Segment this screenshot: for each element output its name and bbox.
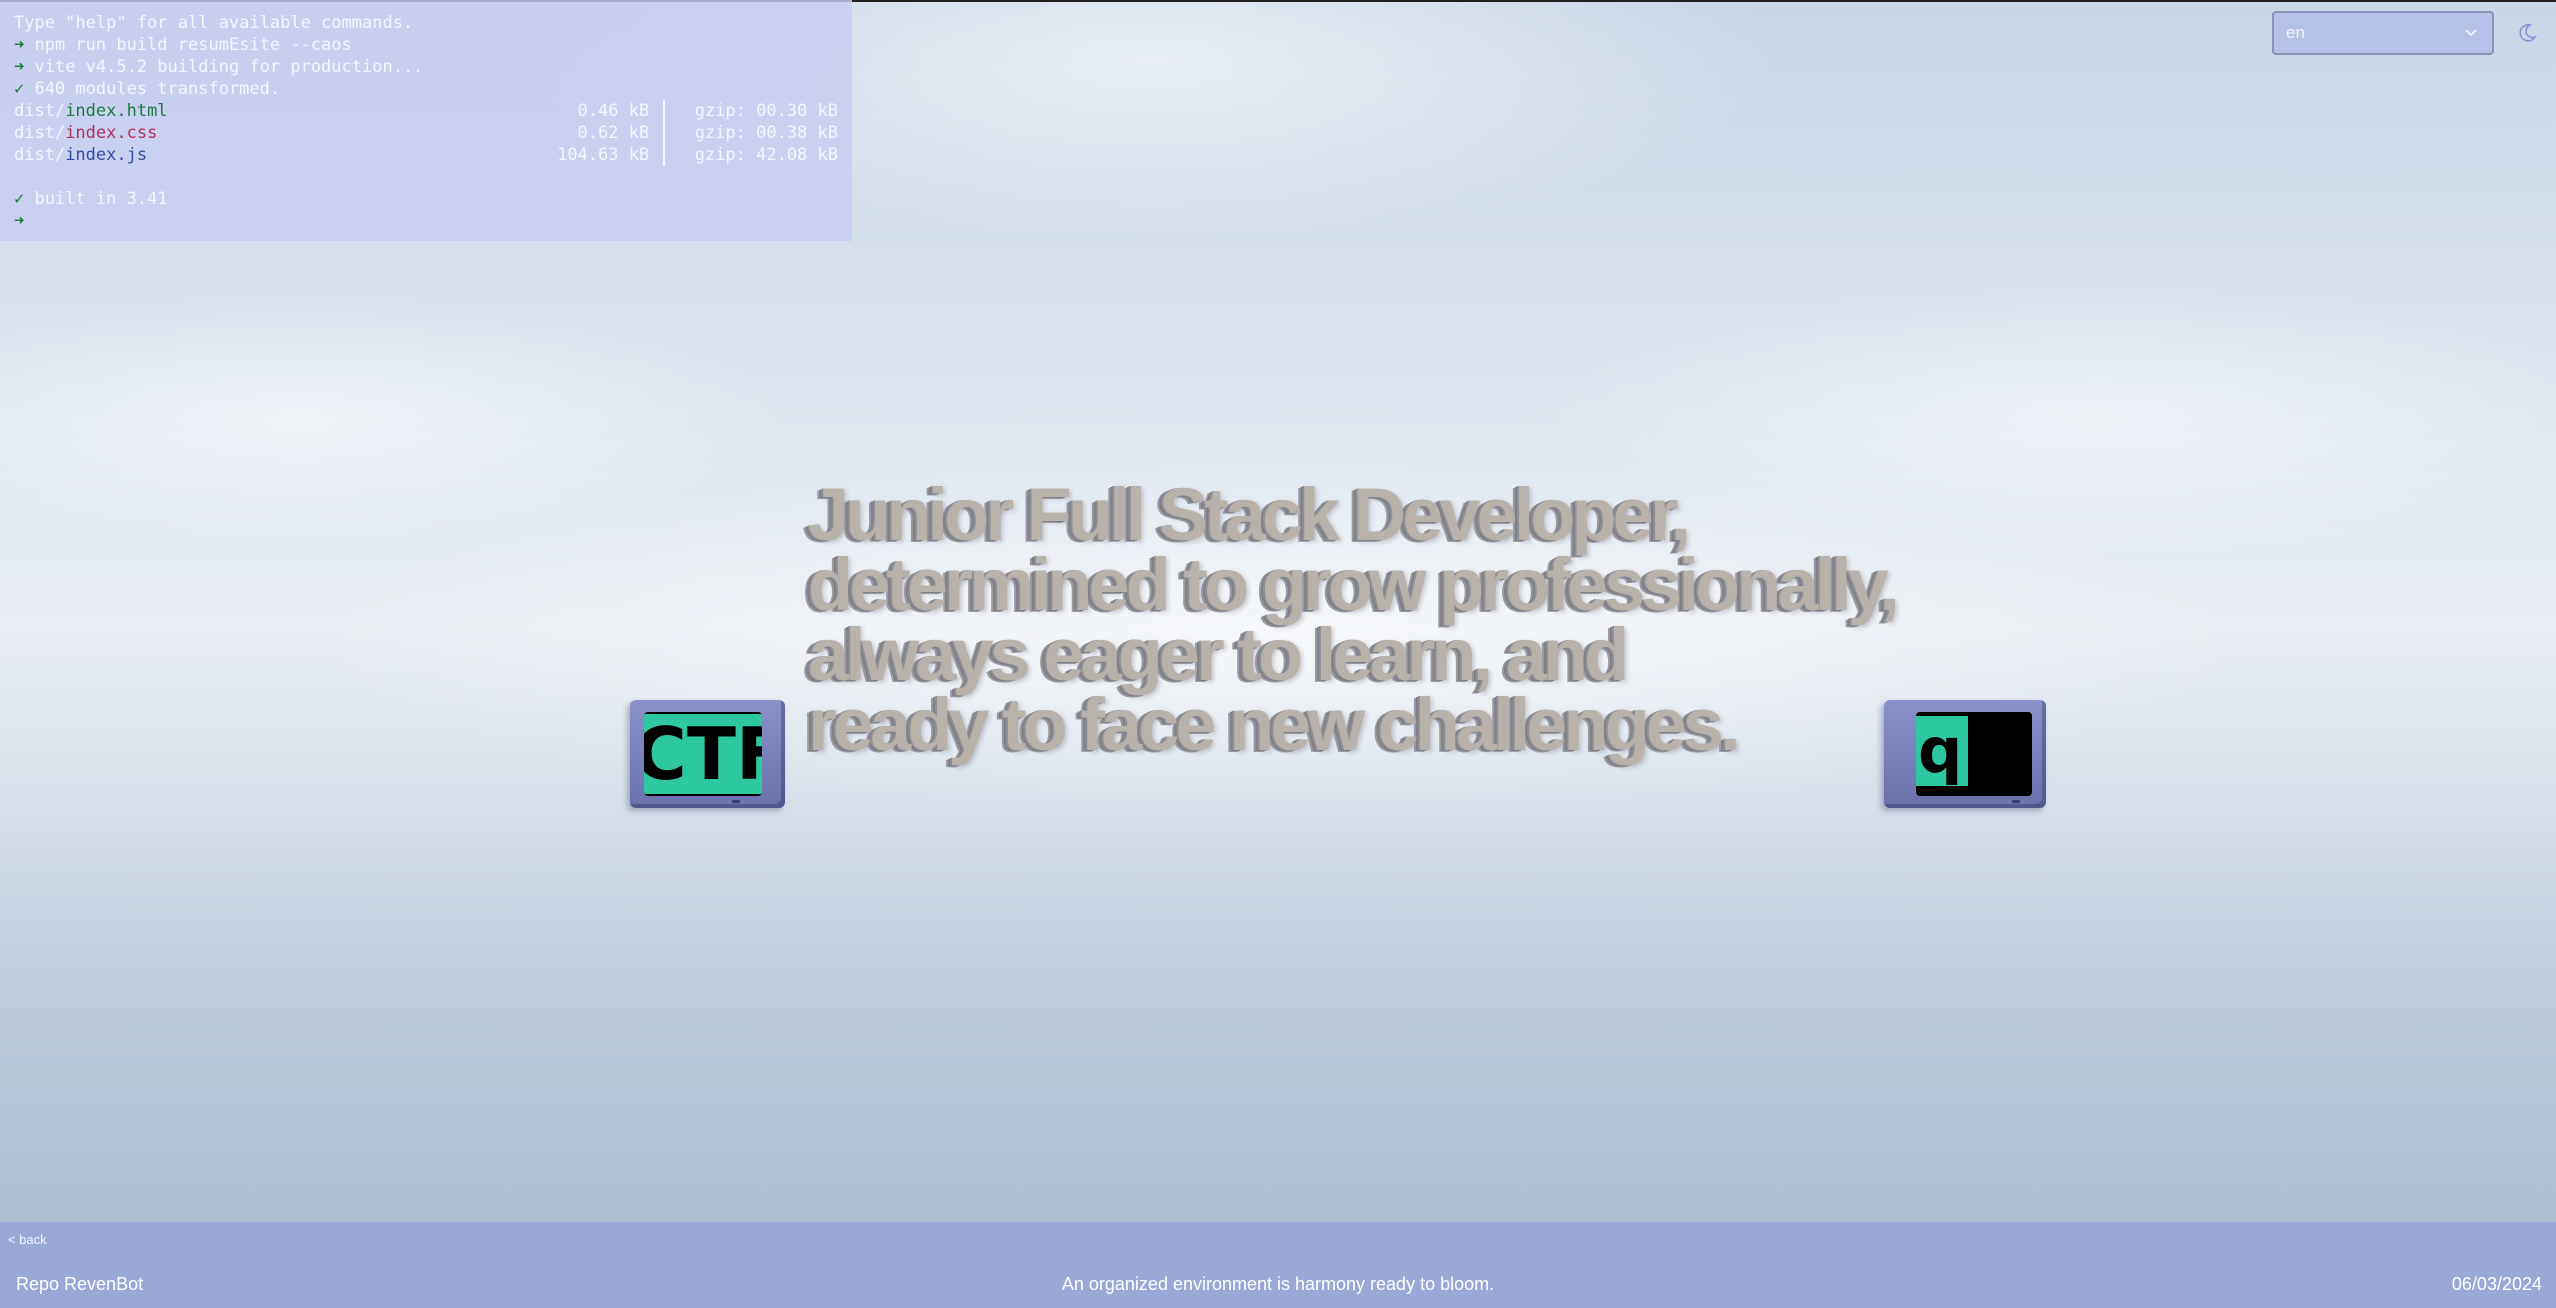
language-select[interactable]: en [2272, 11, 2494, 55]
terminal-input-line[interactable]: ➜ [14, 210, 838, 232]
dist-file-size: 104.63 kB [411, 144, 666, 166]
monitor-led [732, 800, 740, 803]
dist-file-gzip: gzip: 00.30 kB [694, 101, 838, 121]
terminal-built-text: built in 3.41 [24, 189, 168, 209]
dist-file-path: dist/index.css [14, 123, 158, 143]
terminal-spacer [14, 166, 838, 188]
footer-quote: An organized environment is harmony read… [1061, 1274, 1495, 1294]
dist-file-path: dist/index.js [14, 145, 148, 165]
monitor-screen: CTF [644, 712, 762, 796]
headline-line: Junior Full Stack Developer, [808, 473, 1691, 556]
dist-file-row: dist/index.css 0.62 kB gzip: 00.38 kB [14, 122, 838, 144]
terminal-vite-text: vite v4.5.2 building for production... [24, 57, 424, 77]
monitor-led [2012, 800, 2020, 803]
terminal-vite-line: ➜ vite v4.5.2 building for production... [14, 56, 838, 78]
prompt-arrow-icon: ➜ [14, 35, 25, 55]
terminal-command-text: npm run build resumEsite --caos [24, 35, 352, 55]
dist-file-size: 0.46 kB [411, 100, 666, 122]
prompt-arrow-icon: ➜ [14, 211, 25, 231]
headline-line: determined to grow professionally, [808, 543, 1900, 626]
left-monitor[interactable]: CTF [630, 700, 785, 808]
footer-date: 06/03/2024 [2451, 1274, 2542, 1294]
monitor-screen-text: CTF [644, 714, 762, 794]
headline-line: ready to face new challenges. [808, 683, 1741, 766]
dist-file-size: 0.62 kB [411, 122, 666, 144]
terminal-built-line: ✓ built in 3.41 [14, 188, 838, 210]
dist-file-gzip: gzip: 00.38 kB [694, 123, 838, 143]
terminal-panel[interactable]: Type "help" for all available commands. … [0, 0, 852, 241]
footer-bar: < back Repo RevenBot An organized enviro… [0, 1222, 2556, 1308]
terminal-help-line: Type "help" for all available commands. [14, 13, 414, 33]
hero-headline: Junior Full Stack Developer, determined … [808, 473, 1988, 766]
moon-icon[interactable] [2516, 22, 2538, 44]
chevron-down-icon [2465, 29, 2477, 37]
dist-file-row: dist/index.html 0.46 kB gzip: 00.30 kB [14, 100, 838, 122]
headline-line: always eager to learn, and [808, 613, 1629, 696]
dist-file-path: dist/index.html [14, 101, 168, 121]
dist-file-gzip: gzip: 42.08 kB [694, 145, 838, 165]
terminal-modules-text: 640 modules transformed. [24, 79, 281, 99]
terminal-modules-line: ✓ 640 modules transformed. [14, 78, 838, 100]
prompt-arrow-icon: ➜ [14, 57, 25, 77]
check-icon: ✓ [14, 189, 25, 209]
language-select-value: en [2286, 23, 2305, 42]
back-link[interactable]: < back [8, 1232, 47, 1247]
terminal-command-line: ➜ npm run build resumEsite --caos [14, 34, 838, 56]
dist-file-row: dist/index.js 104.63 kB gzip: 42.08 kB [14, 144, 838, 166]
check-icon: ✓ [14, 79, 25, 99]
